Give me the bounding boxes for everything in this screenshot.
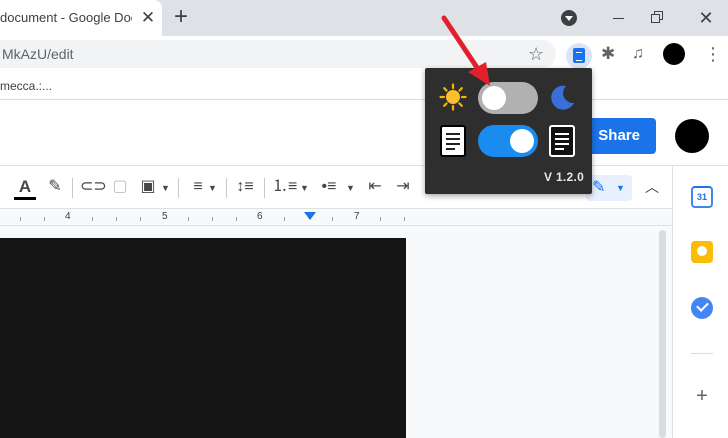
document-page[interactable] bbox=[0, 238, 406, 438]
insert-image-icon[interactable]: ▣ bbox=[137, 175, 159, 199]
bookmark-item[interactable]: mecca.:... bbox=[0, 79, 52, 93]
tab-strip: document - Google Doc ✕ + ✕ bbox=[0, 0, 728, 36]
bookmarks-bar: mecca.:... bbox=[0, 72, 728, 100]
ruler-number: 7 bbox=[354, 211, 360, 222]
increase-indent-icon[interactable]: ⇥ bbox=[392, 175, 414, 199]
address-bar-row: MkAzU/edit ☆ ✱ ♫ ⋮ bbox=[0, 36, 728, 72]
tasks-icon[interactable] bbox=[691, 297, 713, 319]
bookmark-star-icon[interactable]: ☆ bbox=[528, 43, 544, 65]
chevron-down-icon[interactable]: ▼ bbox=[161, 176, 170, 200]
chevron-down-icon[interactable]: ▼ bbox=[208, 176, 217, 200]
align-left-icon[interactable]: ≡ bbox=[187, 175, 209, 199]
document-canvas bbox=[0, 226, 672, 438]
vertical-scrollbar[interactable] bbox=[657, 226, 669, 438]
editing-mode-button[interactable]: ✎ ▼ bbox=[586, 175, 632, 201]
browser-tab[interactable]: document - Google Doc ✕ bbox=[0, 0, 162, 36]
ruler-number: 6 bbox=[257, 211, 263, 222]
add-addon-icon[interactable]: + bbox=[691, 385, 713, 407]
tab-title: document - Google Doc bbox=[0, 10, 132, 25]
decrease-indent-icon[interactable]: ⇤ bbox=[364, 175, 386, 199]
media-control-icon[interactable]: ♫ bbox=[632, 44, 644, 64]
bulleted-list-icon[interactable]: •≡ bbox=[318, 175, 340, 199]
extensions-puzzle-icon[interactable]: ✱ bbox=[601, 44, 615, 64]
docs-dark-mode-extension-icon[interactable] bbox=[566, 43, 592, 69]
restore-button[interactable] bbox=[646, 6, 670, 30]
keep-icon[interactable] bbox=[691, 241, 713, 263]
moon-icon bbox=[551, 85, 574, 110]
right-indent-marker[interactable] bbox=[304, 212, 316, 220]
toggle-knob bbox=[482, 86, 506, 110]
ruler: 4 5 6 7 bbox=[0, 208, 672, 226]
chevron-down-icon[interactable]: ▼ bbox=[346, 176, 355, 200]
ruler-number: 4 bbox=[65, 211, 71, 222]
calendar-icon[interactable]: 31 bbox=[691, 186, 713, 208]
doc-light-icon bbox=[440, 125, 466, 157]
scroll-thumb[interactable] bbox=[659, 230, 666, 438]
highlight-color-icon[interactable]: ✎ bbox=[44, 175, 66, 199]
tab-search-button[interactable] bbox=[557, 6, 581, 30]
doc-dark-icon bbox=[549, 125, 575, 157]
chevron-down-icon bbox=[561, 10, 577, 26]
numbered-list-icon[interactable]: ⒈≡ bbox=[272, 175, 297, 199]
url-text: MkAzU/edit bbox=[2, 46, 74, 62]
document-toggle[interactable] bbox=[478, 125, 538, 157]
tab-close-icon[interactable]: ✕ bbox=[138, 8, 158, 28]
toggle-knob bbox=[510, 129, 534, 153]
collapse-menus-icon[interactable]: ︿ bbox=[645, 175, 659, 199]
new-tab-button[interactable]: + bbox=[168, 5, 194, 31]
share-button[interactable]: Share bbox=[584, 118, 656, 154]
close-window-button[interactable]: ✕ bbox=[694, 6, 718, 30]
profile-avatar[interactable] bbox=[663, 43, 685, 65]
version-label: V 1.2.0 bbox=[544, 170, 585, 184]
annotation-arrow bbox=[441, 15, 490, 86]
chevron-down-icon[interactable]: ▼ bbox=[300, 176, 309, 200]
browser-menu-icon[interactable]: ⋮ bbox=[704, 44, 722, 64]
text-color-button[interactable]: A bbox=[14, 175, 36, 200]
add-comment-icon[interactable]: ▢ bbox=[109, 175, 131, 199]
insert-link-icon[interactable]: ⊂⊃ bbox=[80, 175, 107, 199]
docs-header: Share bbox=[0, 100, 728, 166]
side-panel: 31 + bbox=[672, 166, 728, 438]
line-spacing-icon[interactable]: ↕≡ bbox=[234, 175, 256, 199]
ruler-number: 5 bbox=[162, 211, 168, 222]
account-avatar[interactable] bbox=[675, 119, 709, 153]
minimize-button[interactable] bbox=[607, 6, 631, 30]
pencil-icon: ✎ bbox=[592, 179, 606, 196]
